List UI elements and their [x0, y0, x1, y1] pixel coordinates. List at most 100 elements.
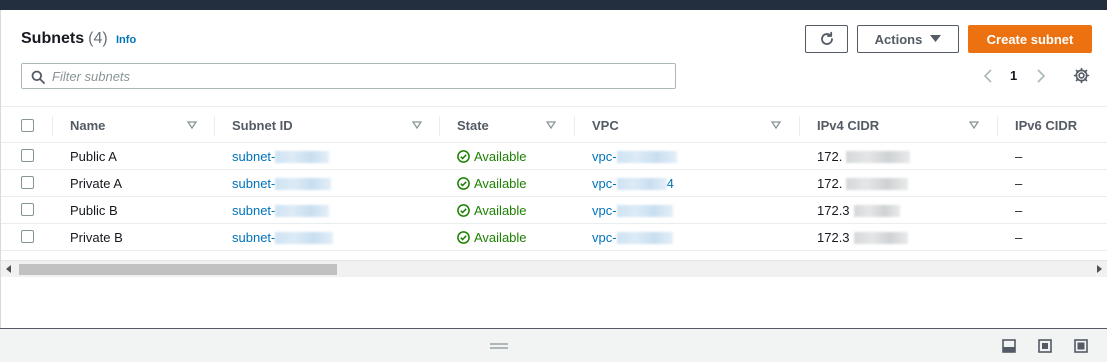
sort-icon[interactable] [771, 121, 781, 129]
redacted-subnet-id [275, 178, 332, 190]
redacted-vpc-id [616, 232, 673, 244]
subnet-name: Private B [70, 230, 123, 245]
ipv4-cidr: 172. [817, 176, 909, 191]
table-row[interactable]: Private A subnet- Available vpc- 4 172. – [1, 170, 1107, 197]
redacted-subnet-id [275, 232, 334, 244]
table-row[interactable]: Private B subnet- Available vpc- 172.3 – [1, 224, 1107, 251]
row-checkbox[interactable] [21, 230, 34, 243]
column-divider [439, 116, 440, 136]
ipv4-prefix: 172. [817, 176, 843, 191]
sort-icon[interactable] [187, 121, 197, 129]
column-header-ipv6-cidr[interactable]: IPv6 CIDR [1015, 107, 1077, 144]
page-title-text: Subnets [21, 30, 85, 47]
panel-bottom-icon[interactable] [1002, 339, 1016, 353]
subnet-id-link[interactable]: subnet- [232, 176, 332, 191]
drag-handle-icon[interactable] [490, 343, 508, 349]
sort-icon[interactable] [546, 121, 556, 129]
row-checkbox[interactable] [21, 203, 34, 216]
subnet-id-prefix: subnet- [232, 149, 276, 164]
redacted-vpc-id [616, 205, 673, 217]
create-subnet-button[interactable]: Create subnet [968, 25, 1092, 53]
redacted-ipv4 [846, 178, 909, 190]
check-circle-icon [457, 177, 470, 190]
column-divider [52, 116, 53, 136]
row-checkbox[interactable] [21, 149, 34, 162]
ipv4-cidr: 172. [817, 149, 911, 164]
vpc-id-prefix: vpc- [592, 176, 617, 191]
sort-icon[interactable] [412, 121, 422, 129]
previous-page-icon[interactable] [982, 68, 994, 84]
state-text: Available [474, 230, 527, 245]
redacted-ipv4 [846, 151, 911, 163]
scrollbar-thumb[interactable] [19, 264, 337, 275]
caret-down-icon [930, 35, 942, 42]
subnet-id-link[interactable]: subnet- [232, 203, 330, 218]
ipv6-cidr: – [1015, 149, 1023, 164]
subnet-name: Public B [70, 203, 118, 218]
column-header-ipv4-cidr[interactable]: IPv4 CIDR [817, 107, 879, 144]
check-circle-icon [457, 204, 470, 217]
column-divider [214, 116, 215, 136]
redacted-ipv4 [853, 205, 900, 217]
subnet-id-prefix: subnet- [232, 203, 276, 218]
column-header-subnet-id[interactable]: Subnet ID [232, 107, 293, 144]
ipv4-cidr: 172.3 [817, 203, 900, 218]
column-header-vpc[interactable]: VPC [592, 107, 619, 144]
column-divider [997, 116, 998, 136]
subnet-name: Private A [70, 176, 123, 191]
horizontal-scrollbar[interactable] [1, 260, 1107, 277]
top-navigation-bar [0, 0, 1107, 10]
subnet-name: Public A [70, 149, 117, 164]
vpc-id-prefix: vpc- [592, 203, 617, 218]
scroll-right-arrow-icon[interactable] [1097, 265, 1102, 273]
select-all-checkbox[interactable] [21, 119, 34, 132]
vpc-id-prefix: vpc- [592, 149, 617, 164]
vpc-id-link[interactable]: vpc- 4 [592, 176, 674, 191]
filter-box[interactable] [21, 63, 676, 89]
redacted-vpc-id [616, 151, 677, 163]
state-indicator: Available [457, 203, 527, 220]
redacted-subnet-id [275, 205, 330, 217]
scroll-left-arrow-icon[interactable] [6, 265, 11, 273]
vpc-id-link[interactable]: vpc- [592, 203, 673, 218]
current-page-number[interactable]: 1 [1010, 68, 1017, 83]
split-panel-bar [0, 328, 1107, 362]
page-title: Subnets (4) [21, 30, 108, 48]
preferences-gear-icon[interactable] [1073, 67, 1090, 84]
check-circle-icon [457, 231, 470, 244]
subnet-id-link[interactable]: subnet- [232, 149, 330, 164]
info-link[interactable]: Info [116, 34, 136, 46]
subnet-id-link[interactable]: subnet- [232, 230, 334, 245]
table-header: Name Subnet ID State VPC IPv4 CIDR IPv6 … [1, 106, 1107, 143]
table-row[interactable]: Public A subnet- Available vpc- 172. – [1, 143, 1107, 170]
search-icon [31, 70, 45, 84]
vpc-id-link[interactable]: vpc- [592, 149, 677, 164]
ipv4-cidr: 172.3 [817, 230, 908, 245]
ipv4-prefix: 172.3 [817, 203, 850, 218]
filter-subnets-input[interactable] [52, 67, 652, 85]
ipv4-prefix: 172.3 [817, 230, 850, 245]
check-circle-icon [457, 150, 470, 163]
column-header-name[interactable]: Name [70, 107, 105, 144]
sort-icon[interactable] [969, 121, 979, 129]
column-divider [574, 116, 575, 136]
panel-side-icon[interactable] [1038, 339, 1052, 353]
panel-full-icon[interactable] [1074, 339, 1088, 353]
state-text: Available [474, 203, 527, 218]
subnet-count: (4) [88, 30, 108, 47]
row-checkbox[interactable] [21, 176, 34, 189]
actions-dropdown-button[interactable]: Actions [857, 25, 959, 53]
vpc-id-suffix: 4 [666, 176, 674, 191]
ipv4-prefix: 172. [817, 149, 843, 164]
refresh-icon [820, 31, 833, 45]
ipv6-cidr: – [1015, 203, 1023, 218]
vpc-id-link[interactable]: vpc- [592, 230, 673, 245]
state-indicator: Available [457, 176, 527, 193]
next-page-icon[interactable] [1035, 68, 1047, 84]
state-text: Available [474, 176, 527, 191]
table-row[interactable]: Public B subnet- Available vpc- 172.3 – [1, 197, 1107, 224]
column-header-state[interactable]: State [457, 107, 489, 144]
redacted-ipv4 [853, 232, 908, 244]
ipv6-cidr: – [1015, 230, 1023, 245]
refresh-button[interactable] [805, 25, 848, 53]
